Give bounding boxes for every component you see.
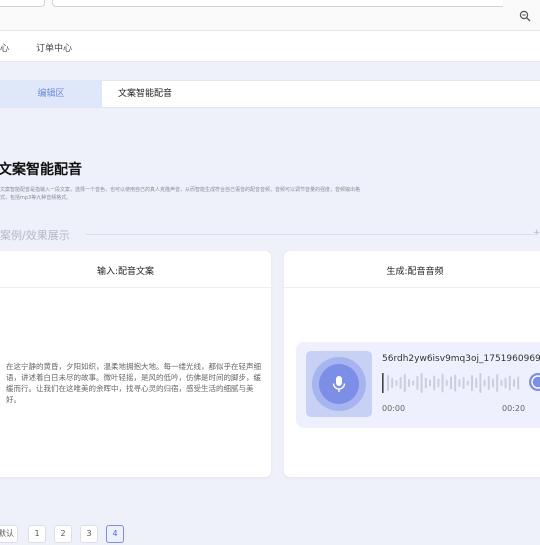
input-card-title: 输入:配音文案: [96, 267, 155, 277]
zoom-icon[interactable]: [519, 10, 531, 22]
waveform-bar: [466, 380, 469, 386]
audio-player: 56rdh2yw6isv9mq3oj_1751960969.M 00:00 00…: [296, 342, 540, 428]
tab-edit-area[interactable]: 编辑区: [0, 81, 102, 107]
waveform-bar: [420, 373, 423, 393]
browser-tab[interactable]: [52, 0, 503, 7]
output-card-title: 生成:配音音频: [386, 267, 444, 277]
waveform-bar: [471, 375, 473, 391]
waveform-bar: [387, 375, 389, 391]
page-button-2[interactable]: 2: [54, 525, 72, 543]
card-divider: [0, 287, 271, 288]
page-title: 文案智能配音: [0, 162, 82, 178]
tab-copy-dubbing[interactable]: 文案智能配音: [118, 81, 172, 107]
audio-time-end: 00:20: [502, 404, 526, 413]
waveform-bar: [429, 379, 431, 387]
waveform-bar: [487, 376, 490, 390]
tab-bar: 编辑区 文案智能配音: [0, 80, 540, 108]
nav-item-orders[interactable]: 订单中心: [36, 41, 72, 54]
waveform-bar: [492, 378, 494, 388]
waveform-bar: [412, 380, 415, 386]
nav-item-center[interactable]: 心: [0, 41, 9, 54]
waveform-bar: [424, 377, 427, 389]
waveform-bar: [408, 379, 410, 387]
waveform-bar: [479, 373, 482, 393]
waveform-icon[interactable]: [382, 372, 522, 394]
waveform-bar: [399, 377, 402, 389]
section-divider: [86, 234, 536, 235]
waveform-bar: [437, 378, 440, 388]
input-copy-text: 在这宁静的黄昏，夕阳如织，温柔地拥抱大地。每一缕光线，都似乎在轻声细语，讲述着白…: [6, 362, 261, 404]
page-description: 式，包括mp3等九种音频格式。: [0, 195, 72, 201]
waveform-bar: [450, 376, 452, 390]
waveform-bar: [391, 378, 394, 388]
play-icon[interactable]: [528, 372, 540, 392]
card-divider: [284, 287, 540, 288]
output-card: 生成:配音音频 56rdh2yw6isv9mq3oj_1751960969.M …: [284, 251, 540, 477]
waveform-bar: [513, 379, 515, 387]
input-card: 输入:配音文案 在这宁静的黄昏，夕阳如织，温柔地拥抱大地。每一缕光线，都似乎在轻…: [0, 251, 271, 477]
waveform-bar: [483, 379, 486, 387]
waveform-bar: [500, 380, 503, 386]
microphone-icon: [332, 376, 346, 392]
audio-filename: 56rdh2yw6isv9mq3oj_1751960969.M: [382, 354, 540, 364]
page-description: 文案智能配音是指输入一段文案，选择一个音色，也可以使用自己的真人克隆声音，从而智…: [0, 187, 361, 193]
waveform-bar: [504, 377, 507, 389]
waveform-bar: [475, 378, 478, 388]
waveform-bar: [445, 380, 448, 386]
page-button-3[interactable]: 3: [80, 525, 98, 543]
waveform-bar: [441, 373, 444, 393]
waveform-bar: [454, 374, 457, 392]
page-button-1[interactable]: 1: [28, 525, 46, 543]
audio-time-start: 00:00: [382, 404, 406, 413]
playhead[interactable]: [382, 373, 384, 393]
audio-cover: [306, 351, 372, 417]
section-corner-mark: +: [533, 228, 540, 238]
browser-tab[interactable]: [0, 0, 45, 7]
page-button-4[interactable]: 4: [106, 525, 124, 543]
section-label: 案例/效果展示: [0, 229, 70, 242]
pagination-default[interactable]: 默认: [0, 525, 18, 543]
waveform-bar: [403, 374, 406, 392]
waveform-bar: [496, 374, 499, 392]
browser-top-bar: [0, 0, 540, 31]
waveform-bar: [395, 380, 398, 386]
waveform-bar: [462, 377, 465, 389]
waveform-bar: [508, 375, 511, 391]
waveform-bar: [517, 376, 520, 390]
waveform-bar: [433, 375, 436, 391]
waveform-bar: [416, 376, 419, 390]
top-nav: 心 订单中心: [0, 31, 540, 62]
waveform-bar: [458, 379, 461, 387]
